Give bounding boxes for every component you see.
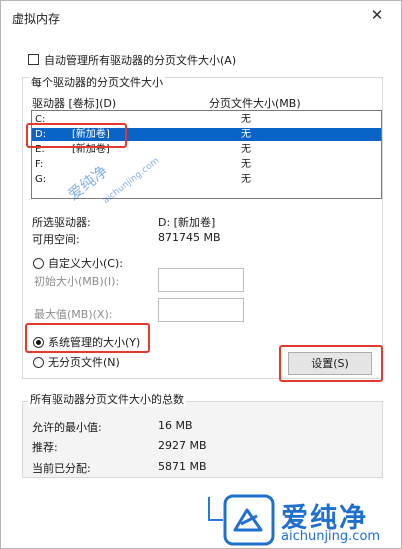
selected-drive-label: 所选驱动器: xyxy=(32,216,91,229)
window-title: 虚拟内存 xyxy=(12,12,61,26)
brand-url: aichunjing.com xyxy=(281,529,381,544)
custom-size-label[interactable]: 自定义大小(C): xyxy=(48,255,123,271)
system-managed-highlight xyxy=(25,323,150,353)
virtual-memory-dialog: 虚拟内存 ✕ 自动管理所有驱动器的分页文件大小(A) 每个驱动器的分页文件大小 … xyxy=(0,0,402,549)
drive-size: 无 xyxy=(241,174,251,185)
selected-drive-value: D: [新加卷] xyxy=(158,216,216,229)
no-paging-radio[interactable] xyxy=(33,357,44,368)
auto-manage-checkbox[interactable] xyxy=(28,54,39,65)
close-icon[interactable]: ✕ xyxy=(369,7,385,23)
custom-size-radio[interactable] xyxy=(33,258,44,269)
free-space-label: 可用空间: xyxy=(32,233,80,246)
drive-size: 无 xyxy=(241,159,251,170)
initial-size-label: 初始大小(MB)(I): xyxy=(34,275,120,288)
no-paging-label[interactable]: 无分页文件(N) xyxy=(48,354,120,370)
max-size-label: 最大值(MB)(X): xyxy=(34,308,113,321)
drive-size: 无 xyxy=(241,129,251,140)
max-size-input[interactable] xyxy=(158,298,244,322)
currently-allocated-label: 当前已分配: xyxy=(32,462,91,475)
drive-letter: F: xyxy=(35,159,44,170)
initial-size-input[interactable] xyxy=(158,268,244,292)
free-space-value: 871745 MB xyxy=(158,231,221,244)
recommended-label: 推荐: xyxy=(32,441,58,454)
totals-group-title: 所有驱动器分页文件大小的总数 xyxy=(28,391,186,407)
drive-row-f[interactable]: F: 无 xyxy=(32,158,381,171)
ok-button-edge xyxy=(208,497,224,521)
column-drive-header[interactable]: 驱动器 [卷标](D) xyxy=(32,95,116,111)
min-allowed-value: 16 MB xyxy=(158,419,193,432)
auto-manage-label[interactable]: 自动管理所有驱动器的分页文件大小(A) xyxy=(44,52,236,68)
set-button-highlight xyxy=(279,345,383,382)
min-allowed-label: 允许的最小值: xyxy=(32,421,102,434)
column-size-header[interactable]: 分页文件大小(MB) xyxy=(209,95,301,111)
recommended-value: 2927 MB xyxy=(158,439,207,452)
brand-logo-icon xyxy=(223,494,275,546)
per-drive-group-title: 每个驱动器的分页文件大小 xyxy=(29,74,165,90)
drive-size: 无 xyxy=(241,114,251,125)
drive-letter: G: xyxy=(35,174,47,185)
selected-drive-highlight xyxy=(26,123,127,148)
drive-size: 无 xyxy=(241,144,251,155)
currently-allocated-value: 5871 MB xyxy=(158,460,207,473)
